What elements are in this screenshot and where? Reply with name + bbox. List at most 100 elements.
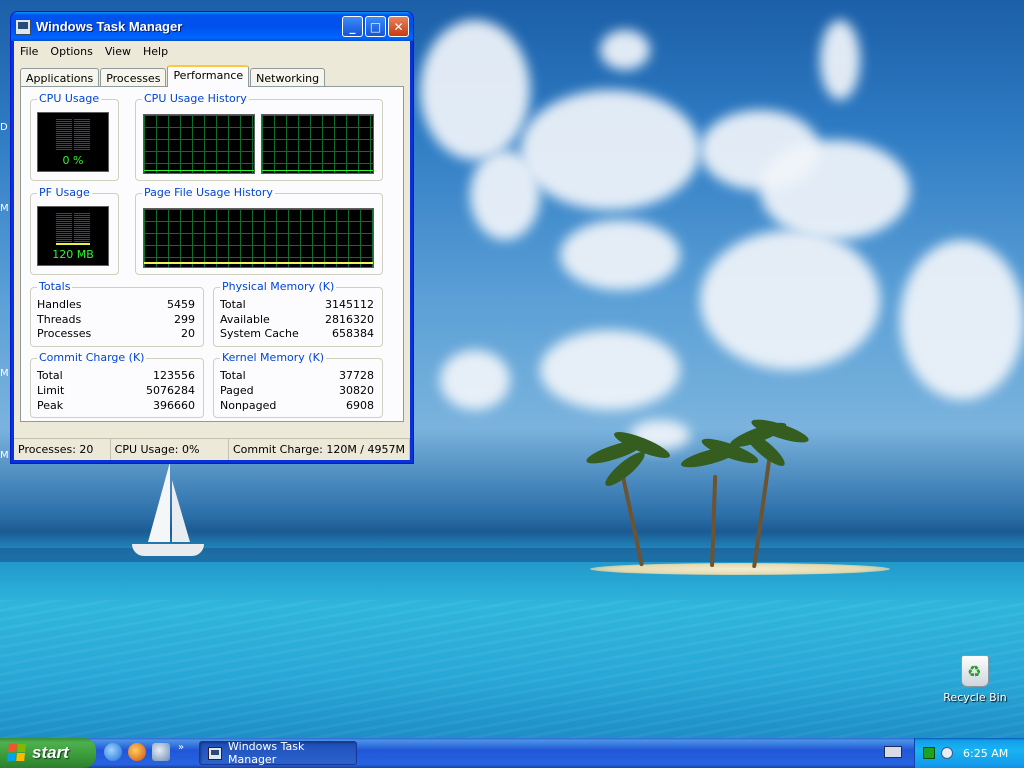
maximize-button[interactable]: □ (365, 16, 386, 37)
close-button[interactable]: ✕ (388, 16, 409, 37)
stat-row-kernel-total: Total 37728 (214, 369, 382, 383)
menu-options[interactable]: Options (50, 45, 92, 58)
status-processes: Processes: 20 (14, 439, 111, 460)
stat-label: Available (220, 313, 270, 326)
cpu-usage-group: CPU Usage 0 % (30, 92, 119, 181)
stat-label: System Cache (220, 327, 299, 340)
stat-label: Nonpaged (220, 399, 277, 412)
stat-row-commit-peak: Peak 396660 (31, 399, 203, 413)
stat-value: 6908 (346, 399, 374, 412)
taskbar-button-label: Windows Task Manager (228, 740, 305, 766)
status-cpu-usage: CPU Usage: 0% (111, 439, 229, 460)
taskbar-button-task-manager[interactable]: Windows Task Manager (199, 740, 357, 766)
stat-label: Total (37, 369, 63, 382)
stat-label: Paged (220, 384, 254, 397)
desktop-icon-label: D (0, 122, 8, 133)
firefox-icon[interactable] (128, 743, 146, 761)
quick-launch-chevron[interactable]: » (178, 743, 184, 761)
commit-charge-title: Commit Charge (K) (37, 351, 147, 364)
window-title: Windows Task Manager (36, 19, 183, 34)
keyboard-icon[interactable] (884, 746, 902, 758)
island (590, 563, 890, 575)
tab-networking[interactable]: Networking (250, 68, 326, 87)
stat-row-kernel-paged: Paged 30820 (214, 384, 382, 398)
stat-value: 123556 (153, 369, 195, 382)
pf-usage-title: PF Usage (37, 186, 92, 199)
desktop-icon-label: M (0, 368, 9, 379)
pf-usage-reading: 120 MB (52, 248, 94, 261)
cpu-usage-title: CPU Usage (37, 92, 102, 105)
cpu-history-title: CPU Usage History (142, 92, 249, 105)
windows-logo-icon (7, 744, 27, 762)
stat-value: 658384 (332, 327, 374, 340)
menu-file[interactable]: File (20, 45, 38, 58)
stat-label: Total (220, 369, 246, 382)
sea (0, 600, 1024, 738)
stat-row-commit-limit: Limit 5076284 (31, 384, 203, 398)
tab-applications[interactable]: Applications (20, 68, 100, 87)
pf-history-group: Page File Usage History (135, 186, 383, 275)
menu-bar: File Options View Help (14, 41, 410, 61)
status-commit-charge: Commit Charge: 120M / 4957M (229, 439, 410, 460)
stat-row-physical-available: Available 2816320 (214, 313, 382, 327)
stat-value: 2816320 (325, 313, 374, 326)
stat-value: 37728 (339, 369, 374, 382)
stat-label: Peak (37, 399, 64, 412)
totals-group: Totals Handles 5459 Threads 299 Processe… (30, 280, 204, 347)
stat-row-processes: Processes 20 (31, 327, 203, 341)
clock[interactable]: 6:25 AM (963, 747, 1008, 760)
stat-value: 5459 (167, 298, 195, 311)
stat-label: Limit (37, 384, 65, 397)
performance-panel: CPU Usage 0 % CPU Usage History PF Usage (20, 86, 404, 422)
stat-row-physical-total: Total 3145112 (214, 298, 382, 312)
cpu-history-graph-core-2 (261, 114, 374, 174)
quick-launch: » (104, 743, 184, 761)
title-bar[interactable]: Windows Task Manager _ □ ✕ (11, 12, 413, 41)
desktop-icon-label: M (0, 203, 9, 214)
stat-row-handles: Handles 5459 (31, 298, 203, 312)
pf-history-graph (143, 208, 374, 268)
recycle-bin-label: Recycle Bin (943, 691, 1007, 704)
media-player-icon[interactable] (152, 743, 170, 761)
desktop-icon-label: M (0, 450, 9, 461)
physical-memory-title: Physical Memory (K) (220, 280, 337, 293)
kernel-memory-group: Kernel Memory (K) Total 37728 Paged 3082… (213, 351, 383, 418)
tab-processes[interactable]: Processes (100, 68, 167, 87)
stat-row-commit-total: Total 123556 (31, 369, 203, 383)
pf-usage-group: PF Usage 120 MB (30, 186, 119, 275)
physical-memory-group: Physical Memory (K) Total 3145112 Availa… (213, 280, 383, 347)
window-body: File Options View Help Applications Proc… (14, 41, 410, 460)
internet-explorer-icon[interactable] (104, 743, 122, 761)
cpu-usage-reading: 0 % (62, 154, 84, 167)
stat-label: Threads (37, 313, 82, 326)
task-manager-icon (208, 746, 222, 760)
tray-network-icon[interactable] (941, 747, 953, 759)
kernel-memory-title: Kernel Memory (K) (220, 351, 327, 364)
stat-label: Processes (37, 327, 92, 340)
sailboat (148, 462, 170, 542)
tray-status-icon[interactable] (923, 747, 935, 759)
stat-value: 3145112 (325, 298, 374, 311)
commit-charge-group: Commit Charge (K) Total 123556 Limit 507… (30, 351, 204, 418)
stat-value: 396660 (153, 399, 195, 412)
totals-title: Totals (37, 280, 73, 293)
task-manager-icon (15, 18, 31, 35)
stat-row-threads: Threads 299 (31, 313, 203, 327)
cpu-usage-meter: 0 % (37, 112, 109, 172)
stat-row-system-cache: System Cache 658384 (214, 327, 382, 341)
taskbar: start » Windows Task Manager 6:25 AM (0, 738, 1024, 768)
tab-performance[interactable]: Performance (167, 65, 250, 87)
stat-value: 5076284 (146, 384, 195, 397)
minimize-button[interactable]: _ (342, 16, 363, 37)
start-label: start (32, 743, 69, 762)
stat-label: Handles (37, 298, 82, 311)
start-button[interactable]: start (0, 738, 96, 768)
task-manager-window: Windows Task Manager _ □ ✕ File Options … (10, 11, 414, 464)
menu-help[interactable]: Help (143, 45, 168, 58)
cpu-history-graph-core-1 (143, 114, 255, 174)
system-tray: 6:25 AM (914, 738, 1024, 768)
menu-view[interactable]: View (105, 45, 131, 58)
recycle-bin-shortcut[interactable]: Recycle Bin (940, 655, 1010, 704)
recycle-bin-icon (961, 655, 989, 687)
cpu-history-group: CPU Usage History (135, 92, 383, 181)
